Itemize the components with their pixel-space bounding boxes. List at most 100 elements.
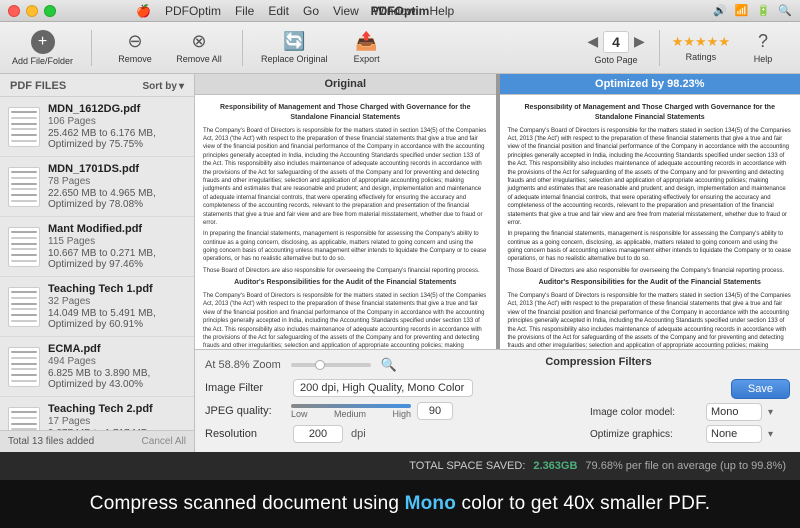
toolbar-separator-1: [91, 30, 92, 66]
pdf-files-label: PDF FILES: [10, 80, 66, 92]
ratings-button[interactable]: ★★★★★ Ratings: [672, 34, 730, 62]
quality-slider[interactable]: [291, 404, 411, 408]
export-button[interactable]: 📤 Export: [342, 31, 392, 64]
pdf-item-pages: 106 Pages: [48, 116, 186, 127]
cancel-all-button[interactable]: Cancel All: [142, 436, 186, 447]
doc-para-opt-2: In preparing the financial statements, m…: [508, 230, 793, 264]
save-button[interactable]: Save: [731, 379, 790, 399]
pdf-thumbnail: [8, 107, 40, 147]
toolbar-separator-2: [242, 30, 243, 66]
auditor-title: Auditor's Responsibilities for the Audit…: [203, 278, 488, 288]
doc-para-3: Those Board of Directors are also respon…: [203, 267, 488, 275]
optimized-panel: Optimized by 98.23% Responsibility of Ma…: [500, 74, 800, 349]
pdf-item[interactable]: Teaching Tech 2.pdf 17 Pages 9.877 MB to…: [0, 397, 194, 430]
title-bar-right: 🔊 📶 🔋 🔍: [713, 4, 792, 17]
pdf-item-size: 22.650 MB to 4.965 MB, Optimized by 78.0…: [48, 188, 186, 210]
remove-button[interactable]: ⊖ Remove: [110, 31, 160, 64]
optimize-graphics-row: Optimize graphics: None ▾: [590, 425, 790, 443]
pdf-item[interactable]: Mant Modified.pdf 115 Pages 10.667 MB to…: [0, 217, 194, 277]
pdf-item-pages: 17 Pages: [48, 416, 186, 427]
zoom-slider[interactable]: [291, 363, 371, 367]
pdf-item-info: Teaching Tech 1.pdf 32 Pages 14.049 MB t…: [48, 283, 186, 330]
battery-icon[interactable]: 🔋: [757, 4, 771, 17]
page-number[interactable]: 4: [603, 31, 629, 53]
menu-help[interactable]: Help: [430, 4, 455, 18]
pdf-item[interactable]: MDN_1701DS.pdf 78 Pages 22.650 MB to 4.9…: [0, 157, 194, 217]
space-saved-label: TOTAL SPACE SAVED:: [409, 460, 525, 472]
pdf-item-info: MDN_1701DS.pdf 78 Pages 22.650 MB to 4.9…: [48, 163, 186, 210]
doc-para-opt-1: The Company's Board of Directors is resp…: [508, 127, 793, 228]
main-content: PDF FILES Sort by ▾ MDN_1612DG.pdf 106 P…: [0, 74, 800, 452]
caption-text: Compress scanned document using Mono col…: [90, 493, 710, 515]
next-page-button[interactable]: ▶: [632, 31, 647, 52]
title-bar: 🍎 PDFOptim File Edit Go View Window Help…: [0, 0, 800, 22]
menu-view[interactable]: View: [333, 4, 359, 18]
pdf-item-size: 25.462 MB to 6.176 MB, Optimized by 75.7…: [48, 128, 186, 150]
traffic-lights: [8, 5, 56, 17]
menu-pdfoptim[interactable]: PDFOptim: [165, 4, 221, 18]
doc-para-audit-1: The Company's Board of Directors is resp…: [203, 292, 488, 349]
jpeg-quality-value[interactable]: 90: [417, 402, 453, 420]
replace-original-button[interactable]: 🔄 Replace Original: [261, 31, 328, 64]
pdf-item[interactable]: Teaching Tech 1.pdf 32 Pages 14.049 MB t…: [0, 277, 194, 337]
pdf-item-name: MDN_1612DG.pdf: [48, 103, 186, 115]
image-color-model-select[interactable]: Mono: [706, 403, 762, 421]
image-filter-value[interactable]: 200 dpi, High Quality, Mono Color: [293, 379, 473, 397]
pdf-item[interactable]: MDN_1612DG.pdf 106 Pages 25.462 MB to 6.…: [0, 97, 194, 157]
optimize-graphics-select[interactable]: None: [706, 425, 762, 443]
menu-go[interactable]: Go: [303, 4, 319, 18]
help-button[interactable]: ? Help: [738, 31, 788, 64]
minimize-button[interactable]: [26, 5, 38, 17]
optimized-panel-header: Optimized by 98.23%: [500, 74, 800, 95]
prev-page-button[interactable]: ◀: [585, 31, 600, 52]
doc-title-opt: Responsibility of Management and Those C…: [508, 103, 793, 123]
image-filter-label: Image Filter: [205, 382, 285, 394]
pdf-thumbnail: [8, 347, 40, 387]
menu-file[interactable]: File: [235, 4, 254, 18]
pdf-item-pages: 78 Pages: [48, 176, 186, 187]
original-doc-text: Responsibility of Management and Those C…: [195, 95, 496, 349]
pdf-item-info: Teaching Tech 2.pdf 17 Pages 9.877 MB to…: [48, 403, 186, 430]
remove-all-button[interactable]: ⊗ Remove All: [174, 31, 224, 64]
color-model-row: Image color model: Mono ▾: [590, 403, 790, 421]
optimized-preview-content: Responsibility of Management and Those C…: [500, 95, 800, 349]
original-panel-header: Original: [195, 74, 496, 95]
search-icon[interactable]: 🔍: [381, 357, 397, 373]
pdf-list: MDN_1612DG.pdf 106 Pages 25.462 MB to 6.…: [0, 97, 194, 430]
resolution-value[interactable]: 200: [293, 425, 343, 443]
pdf-item-name: Teaching Tech 2.pdf: [48, 403, 186, 415]
pdf-item-name: ECMA.pdf: [48, 343, 186, 355]
chevron-down-icon: ▾: [768, 429, 773, 440]
pdf-thumbnail: [8, 167, 40, 207]
original-preview-content: Responsibility of Management and Those C…: [195, 95, 496, 349]
goto-page-area: ◀ 4 ▶ Goto Page: [585, 31, 646, 65]
space-saved-value: 2.363GB: [533, 460, 577, 472]
caption-before: Compress scanned document using: [90, 493, 405, 514]
pdf-item-info: Mant Modified.pdf 115 Pages 10.667 MB to…: [48, 223, 186, 270]
maximize-button[interactable]: [44, 5, 56, 17]
caption-bar: Compress scanned document using Mono col…: [0, 480, 800, 528]
pdf-item-size: 14.049 MB to 5.491 MB, Optimized by 60.9…: [48, 308, 186, 330]
bottom-controls-inner: Image Filter 200 dpi, High Quality, Mono…: [205, 379, 790, 446]
pdf-thumbnail: [8, 227, 40, 267]
add-file-button[interactable]: + Add File/Folder: [12, 30, 73, 66]
wifi-icon[interactable]: 📶: [735, 4, 749, 17]
remove-all-icon: ⊗: [191, 31, 206, 52]
controls-right: Save Image color model: Mono ▾ Optimize …: [590, 379, 790, 446]
pdf-files-sidebar: PDF FILES Sort by ▾ MDN_1612DG.pdf 106 P…: [0, 74, 195, 452]
search-icon[interactable]: 🔍: [778, 4, 792, 17]
resolution-row: Resolution 200 dpi: [205, 425, 574, 443]
sort-by-button[interactable]: Sort by ▾: [143, 81, 184, 92]
low-label: Low: [291, 409, 308, 419]
volume-icon[interactable]: 🔊: [713, 4, 727, 17]
pdf-item[interactable]: ECMA.pdf 494 Pages 6.825 MB to 3.890 MB,…: [0, 337, 194, 397]
app-window: + Add File/Folder ⊖ Remove ⊗ Remove All …: [0, 22, 800, 452]
doc-para-opt-3: Those Board of Directors are also respon…: [508, 267, 793, 275]
close-button[interactable]: [8, 5, 20, 17]
zoom-thumb[interactable]: [315, 360, 325, 370]
help-icon: ?: [758, 31, 768, 52]
menu-apple[interactable]: 🍎: [136, 4, 151, 18]
menu-edit[interactable]: Edit: [268, 4, 289, 18]
stars-icon: ★★★★★: [672, 34, 730, 50]
pdf-thumbnail: [8, 407, 40, 431]
